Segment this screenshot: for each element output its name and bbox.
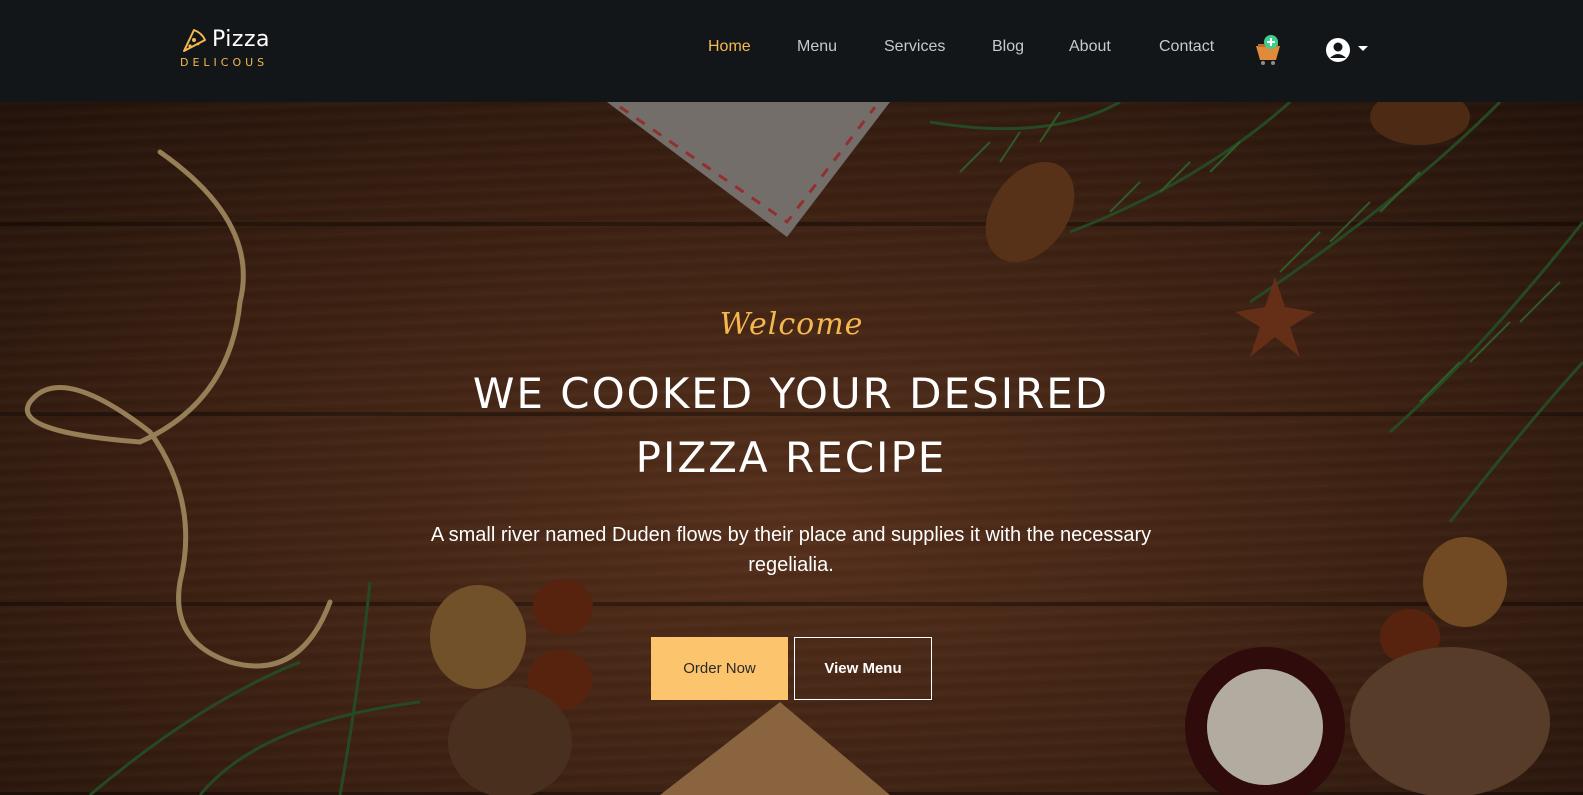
hero-welcome: Welcome [719, 307, 864, 342]
hero-headline-line2: PIZZA RECIPE [635, 433, 947, 482]
nav-about[interactable]: About [1069, 38, 1111, 56]
nav-menu[interactable]: Menu [797, 38, 837, 56]
nav-services[interactable]: Services [884, 38, 945, 56]
hero-headline-line1: WE COOKED YOUR DESIRED [472, 369, 1110, 418]
hero-section: Welcome WE COOKED YOUR DESIRED PIZZA REC… [0, 102, 1583, 795]
caret-down-icon [1358, 46, 1368, 51]
view-menu-button[interactable]: View Menu [794, 637, 932, 700]
navbar: Pizza DELICOUS Home Menu Services Blog A… [0, 0, 1583, 102]
hero-subtext: A small river named Duden flows by their… [430, 524, 1152, 576]
nav-home[interactable]: Home [708, 38, 751, 56]
hero-headline: WE COOKED YOUR DESIRED PIZZA RECIPE [391, 362, 1191, 490]
user-menu[interactable] [1324, 36, 1374, 64]
user-circle-icon [1326, 38, 1350, 62]
hero-content: Welcome WE COOKED YOUR DESIRED PIZZA REC… [0, 102, 1583, 795]
nav-blog[interactable]: Blog [992, 38, 1024, 56]
order-now-button[interactable]: Order Now [651, 637, 788, 700]
nav-contact[interactable]: Contact [1159, 38, 1214, 56]
cart-add-icon[interactable] [1252, 34, 1284, 66]
